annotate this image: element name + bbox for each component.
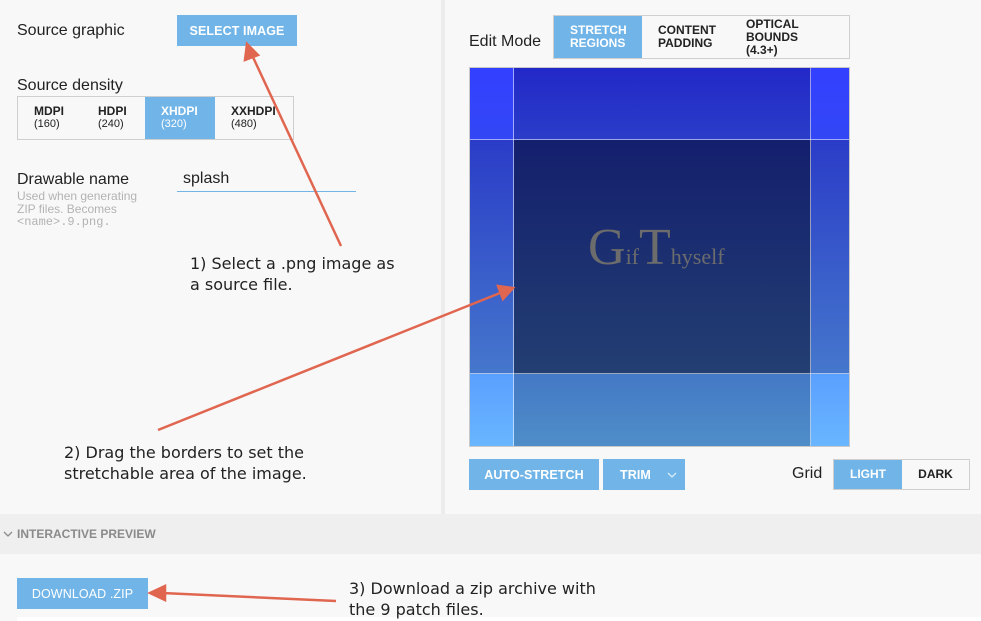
density-name: MDPI <box>34 104 64 118</box>
edit-mode-stretch-regions[interactable]: STRETCH REGIONS <box>554 16 642 58</box>
edit-mode-optical-bounds[interactable]: OPTICAL BOUNDS (4.3+) <box>730 16 849 58</box>
nine-patch-canvas[interactable]: GifThyself <box>469 67 850 447</box>
density-option-xhdpi[interactable]: XHDPI (320) <box>145 97 215 139</box>
region-bottom-right <box>811 374 849 446</box>
callout-line: stretchable area of the image. <box>64 464 307 483</box>
source-density-selector: MDPI (160) HDPI (240) XHDPI (320) XXHDPI… <box>17 96 294 140</box>
callout-step-2: 2) Drag the borders to set the stretchab… <box>64 442 307 484</box>
density-name: XXHDPI <box>231 104 276 118</box>
density-option-hdpi[interactable]: HDPI (240) <box>82 97 145 139</box>
region-right <box>811 140 849 374</box>
drawable-name-hint: Used when generating ZIP files. Becomes … <box>17 190 137 229</box>
edit-mode-line: OPTICAL <box>746 16 799 31</box>
density-name: HDPI <box>98 104 127 118</box>
region-top-right <box>811 68 849 140</box>
stretch-guide-top[interactable] <box>470 139 849 140</box>
chevron-down-icon <box>667 472 677 478</box>
grid-option-dark[interactable]: DARK <box>902 460 969 489</box>
stretch-guide-bottom[interactable] <box>470 373 849 374</box>
grid-label: Grid <box>792 465 823 482</box>
select-image-button[interactable]: SELECT IMAGE <box>177 15 297 46</box>
density-value: (240) <box>98 118 124 130</box>
callout-line: the 9 patch files. <box>349 600 484 619</box>
grid-option-label: DARK <box>918 467 953 481</box>
grid-theme-selector: LIGHT DARK <box>833 459 970 490</box>
hint-line: <name>.9.png. <box>17 215 111 229</box>
logo-letter: hyself <box>670 244 725 269</box>
trim-button[interactable]: TRIM <box>603 459 685 490</box>
arrow-head-step-3 <box>147 584 167 602</box>
region-top <box>514 68 811 140</box>
stretch-guide-left[interactable] <box>513 68 514 446</box>
grid-option-label: LIGHT <box>850 467 886 481</box>
region-left <box>470 140 514 374</box>
trim-label: TRIM <box>620 467 651 482</box>
edit-mode-line: BOUNDS (4.3+) <box>746 29 799 57</box>
auto-stretch-button[interactable]: AUTO-STRETCH <box>469 459 599 490</box>
drawable-name-input[interactable] <box>177 167 356 192</box>
density-value: (320) <box>161 118 187 130</box>
region-bottom-left <box>470 374 514 446</box>
density-option-xxhdpi[interactable]: XXHDPI (480) <box>215 97 293 139</box>
callout-line: 2) Drag the borders to set the <box>64 443 304 462</box>
density-option-mdpi[interactable]: MDPI (160) <box>18 97 82 139</box>
density-value: (480) <box>231 118 257 130</box>
density-name: XHDPI <box>161 104 198 118</box>
download-zip-button[interactable]: DOWNLOAD .ZIP <box>17 578 148 609</box>
source-graphic-label: Source graphic <box>17 22 125 39</box>
chevron-down-icon <box>3 531 13 537</box>
density-value: (160) <box>34 118 60 130</box>
stretch-guide-right[interactable] <box>810 68 811 446</box>
interactive-preview-header[interactable]: INTERACTIVE PREVIEW <box>0 514 981 554</box>
callout-line: 3) Download a zip archive with <box>349 579 596 598</box>
region-bottom <box>514 374 811 446</box>
edit-mode-line: REGIONS <box>570 36 626 50</box>
edit-mode-line: PADDING <box>658 36 713 50</box>
edit-mode-selector: STRETCH REGIONS CONTENT PADDING OPTICAL … <box>553 15 850 59</box>
arrow-step-3 <box>161 591 337 603</box>
callout-step-3: 3) Download a zip archive with the 9 pat… <box>349 578 596 620</box>
grid-option-light[interactable]: LIGHT <box>834 460 902 489</box>
logo-letter: if <box>625 244 640 269</box>
logo-letter: G <box>588 219 626 276</box>
source-density-label: Source density <box>17 77 123 94</box>
edit-mode-label: Edit Mode <box>469 33 542 50</box>
callout-line: a source file. <box>190 275 293 294</box>
drawable-name-label: Drawable name <box>17 171 130 188</box>
logo-letter: T <box>639 219 671 276</box>
callout-step-1: 1) Select a .png image as a source file. <box>190 253 395 295</box>
region-top-left <box>470 68 514 140</box>
edit-mode-content-padding[interactable]: CONTENT PADDING <box>642 16 730 58</box>
interactive-preview-label: INTERACTIVE PREVIEW <box>17 527 156 541</box>
image-logo-text: GifThyself <box>588 218 725 277</box>
callout-line: 1) Select a .png image as <box>190 254 395 273</box>
